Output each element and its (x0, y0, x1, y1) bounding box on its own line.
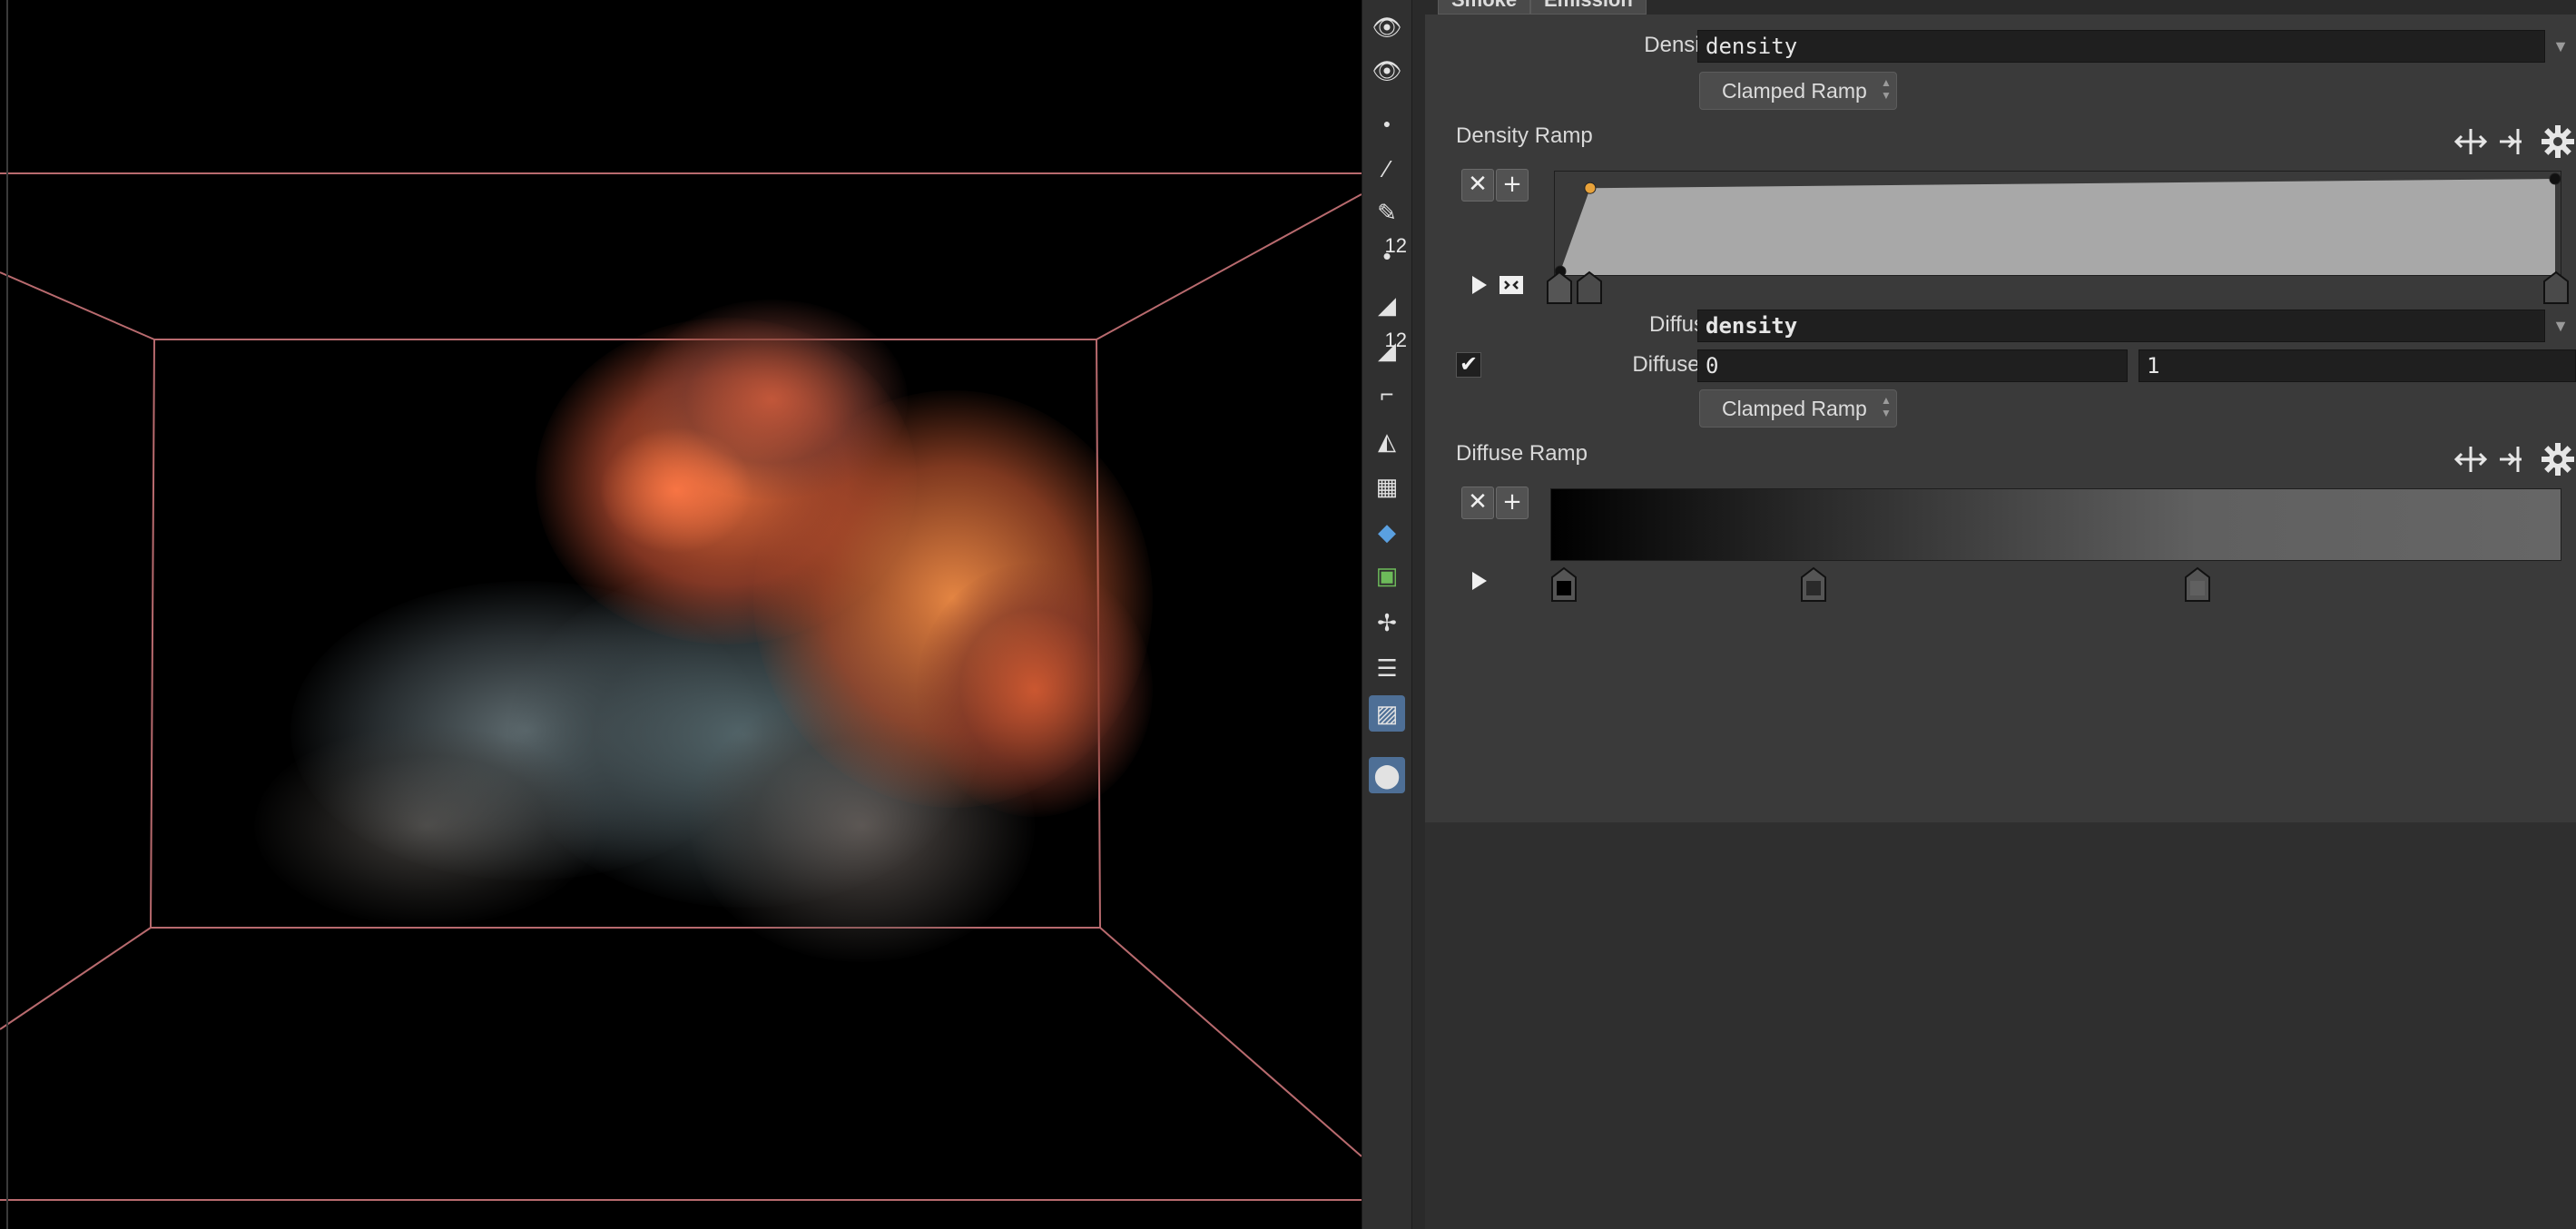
view-camera-icon-glyph: 👁 (1372, 56, 1402, 84)
checker-icon[interactable]: ▦ (1369, 468, 1405, 505)
diffuse-ramp-gradient[interactable] (1550, 488, 2561, 561)
paint-count-icon[interactable]: ◢ 12 (1369, 329, 1407, 369)
density-ramp-curve (1555, 172, 2561, 275)
play-triangle-icon[interactable] (1467, 272, 1490, 298)
brush-icon[interactable]: ⁄ (1369, 151, 1405, 187)
diffuse-mode-value: Clamped Ramp (1722, 397, 1867, 420)
ramp-key-marker[interactable] (1546, 270, 1573, 305)
ramp-spread-icon[interactable] (2453, 123, 2489, 160)
ramp-insert-icon[interactable] (2496, 441, 2532, 477)
color-key-marker[interactable] (1550, 566, 1578, 603)
ramp-control-point (1584, 182, 1597, 194)
density-mode-select[interactable]: Clamped Ramp ▲ ▼ (1699, 72, 1897, 110)
diffuse-field-input[interactable]: density (1697, 310, 2545, 342)
density-ramp-title: Density Ramp (1456, 123, 1593, 148)
handle-icon[interactable]: ✢ (1369, 605, 1405, 641)
add-key-button[interactable]: + (1496, 169, 1529, 202)
curve-icon[interactable]: ⌐ (1369, 376, 1405, 412)
image-icon[interactable]: ▨ (1369, 695, 1405, 732)
play-triangle-icon[interactable] (1467, 568, 1490, 594)
ramp-insert-icon[interactable] (2496, 123, 2532, 160)
tool-shelf: 👁 👁 ● ⁄ ✎ • 12 ◢ ◢ 12 ⌐ ◭ ▦ ◆ ▣ ✢ ☰ ▨ ⬤ (1362, 0, 1412, 1229)
panel-splitter[interactable] (1412, 0, 1425, 1229)
diffuse-range-max-input[interactable]: 1 (2138, 349, 2576, 382)
paint-bucket-icon[interactable]: ◢ (1369, 287, 1405, 323)
checker-icon-glyph: ▦ (1375, 472, 1399, 500)
points-count-icon[interactable]: • 12 (1369, 234, 1407, 274)
curve-icon-glyph: ⌐ (1380, 379, 1394, 408)
add-key-button[interactable]: + (1496, 487, 1529, 519)
gear-icon[interactable] (2540, 441, 2576, 477)
pin-icon[interactable]: ⬤ (1369, 757, 1405, 793)
diffuse-range-checkbox[interactable]: ✔ (1456, 352, 1481, 378)
tool-count-badge: 12 (1384, 329, 1407, 351)
ramp-key-marker[interactable] (1576, 270, 1603, 305)
diffuse-mode-select[interactable]: Clamped Ramp ▲ ▼ (1699, 389, 1897, 428)
tool-count-badge: 12 (1384, 234, 1407, 257)
parameter-panel: Smoke Emission Density Field density ▼ M… (1425, 0, 2576, 1229)
diamond-icon[interactable]: ◆ (1369, 514, 1405, 550)
plane-icon[interactable]: ◭ (1369, 423, 1405, 459)
image-icon-glyph: ▨ (1375, 699, 1399, 727)
tab-strip: Smoke Emission (1425, 0, 2576, 15)
tab-smoke[interactable]: Smoke (1438, 0, 1531, 15)
spinner-arrows-icon: ▲ ▼ (1881, 394, 1892, 419)
pen-icon-glyph: ✎ (1377, 198, 1397, 226)
density-field-input[interactable]: density (1697, 30, 2545, 63)
color-key-marker[interactable] (2184, 566, 2211, 603)
density-field-dropdown-icon[interactable]: ▼ (2549, 30, 2572, 63)
density-ramp-editor[interactable] (1554, 171, 2561, 276)
view-tool-icon-glyph: 👁 (1372, 13, 1402, 41)
ramp-control-point (2549, 172, 2561, 185)
point-icon-glyph: ● (1382, 116, 1391, 131)
density-ramp-fill (1560, 179, 2555, 275)
diffuse-field-dropdown-icon[interactable]: ▼ (2549, 310, 2572, 342)
diffuse-ramp-title: Diffuse Ramp (1456, 441, 1588, 466)
swap-keys-icon[interactable] (1498, 272, 1525, 298)
texture-icon-glyph: ▣ (1375, 561, 1399, 589)
ramp-key-marker[interactable] (2542, 270, 2570, 305)
brush-icon-glyph: ⁄ (1384, 154, 1390, 182)
remove-key-button[interactable]: ✕ (1461, 487, 1494, 519)
pen-icon[interactable]: ✎ (1369, 194, 1405, 231)
paint-bucket-icon-glyph: ◢ (1378, 290, 1396, 319)
gear-icon[interactable] (2540, 123, 2576, 160)
list-icon[interactable]: ☰ (1369, 650, 1405, 686)
view-tool-icon[interactable]: 👁 (1369, 9, 1405, 45)
plane-icon-glyph: ◭ (1378, 427, 1396, 455)
color-key-marker[interactable] (1800, 566, 1827, 603)
handle-icon-glyph: ✢ (1377, 608, 1397, 636)
ramp-spread-icon[interactable] (2453, 441, 2489, 477)
point-icon[interactable]: ● (1369, 105, 1405, 142)
pin-icon-glyph: ⬤ (1373, 761, 1401, 789)
tab-emission[interactable]: Emission (1530, 0, 1647, 15)
remove-key-button[interactable]: ✕ (1461, 169, 1494, 202)
view-camera-icon[interactable]: 👁 (1369, 53, 1405, 89)
smoke-parameters: Density Field density ▼ Mode Clamped Ram… (1425, 15, 2576, 822)
list-icon-glyph: ☰ (1376, 654, 1398, 682)
diamond-icon-glyph: ◆ (1378, 517, 1396, 546)
diffuse-range-min-input[interactable]: 0 (1697, 349, 2128, 382)
spinner-arrows-icon: ▲ ▼ (1881, 76, 1892, 102)
texture-icon[interactable]: ▣ (1369, 557, 1405, 594)
scene-viewport[interactable] (0, 0, 1362, 1229)
density-mode-value: Clamped Ramp (1722, 79, 1867, 103)
